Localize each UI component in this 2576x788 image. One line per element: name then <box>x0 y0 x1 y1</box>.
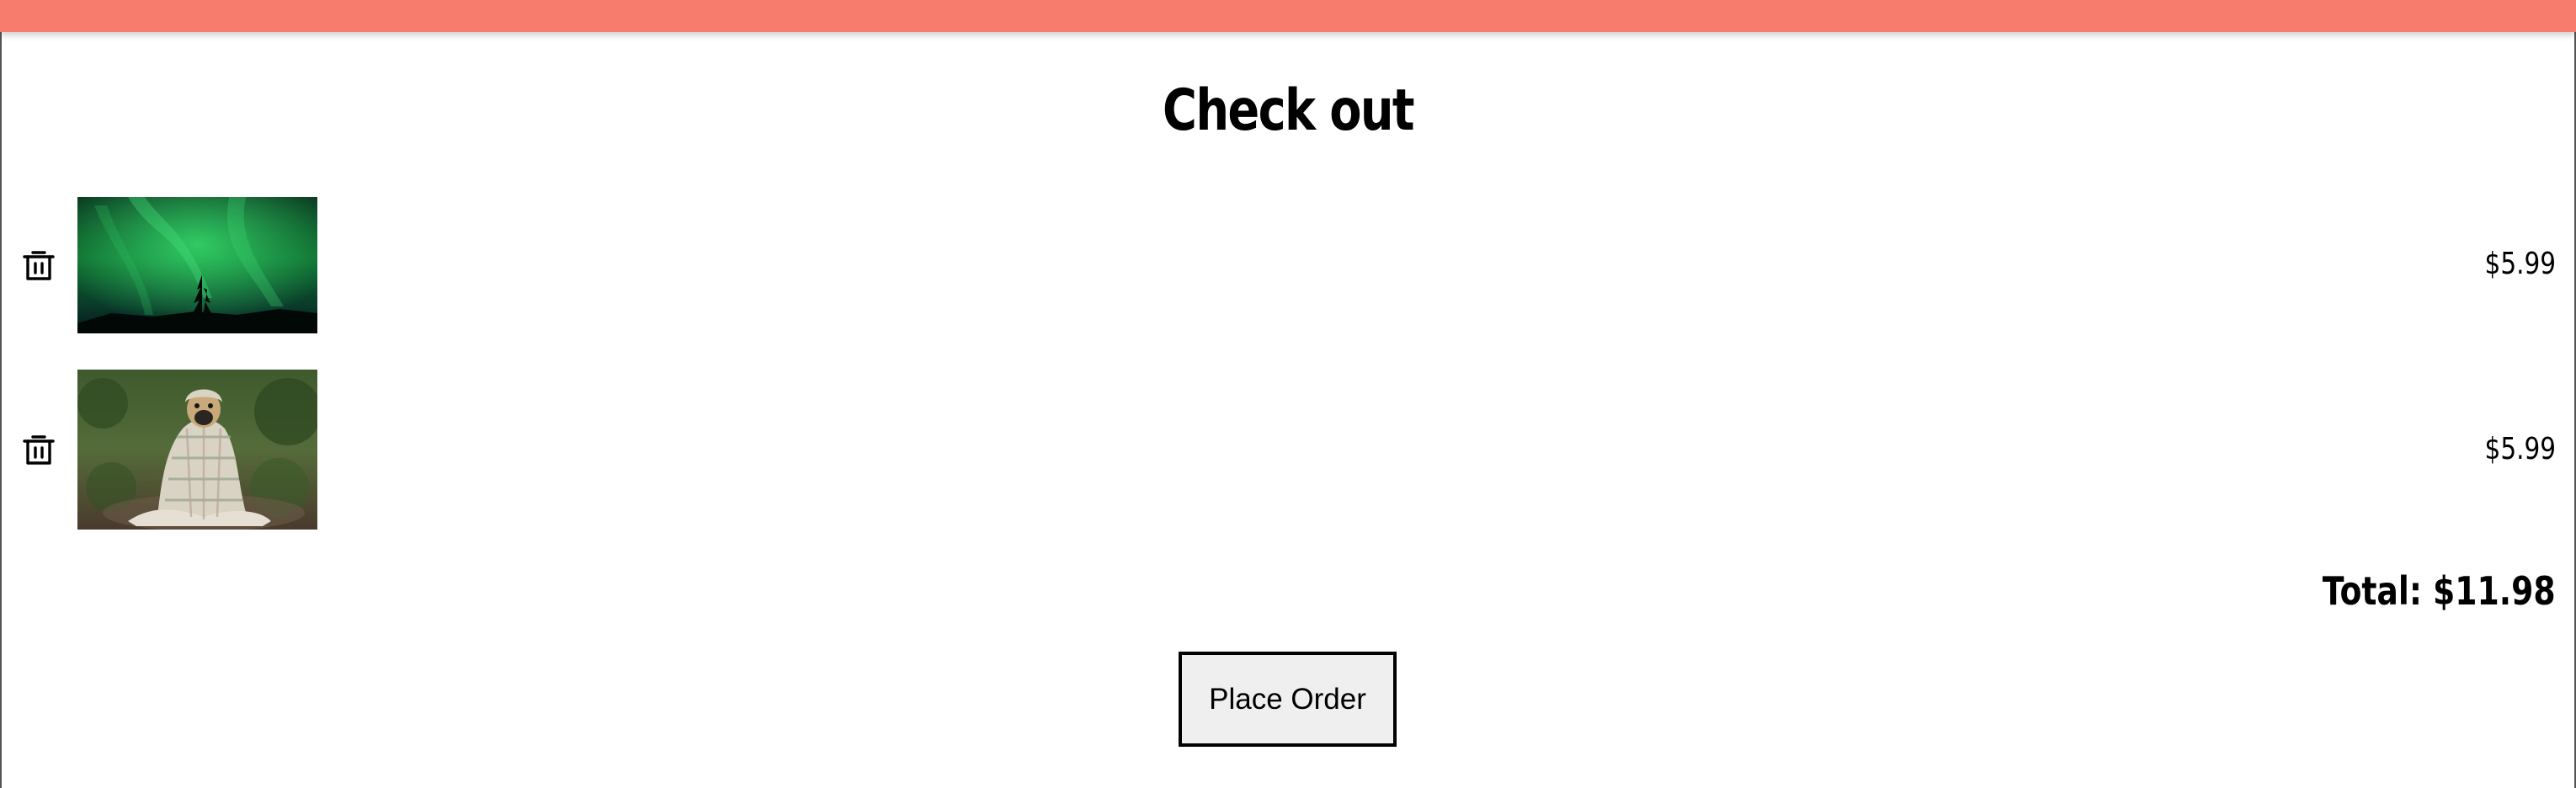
order-total: Total: $11.98 <box>2323 568 2556 614</box>
trash-icon[interactable] <box>20 247 57 284</box>
page-title: Check out <box>1163 77 1415 144</box>
place-order-button[interactable]: Place Order <box>1179 652 1397 747</box>
trash-icon[interactable] <box>20 431 57 468</box>
item-price: $5.99 <box>2484 247 2556 281</box>
cart-item: $5.99 <box>0 197 2576 333</box>
top-nav-bar <box>0 0 2576 32</box>
cart-item: $5.99 <box>0 370 2576 530</box>
pug-in-blanket-photo <box>77 370 317 530</box>
northern-lights-photo <box>77 197 317 333</box>
item-price: $5.99 <box>2484 432 2556 466</box>
